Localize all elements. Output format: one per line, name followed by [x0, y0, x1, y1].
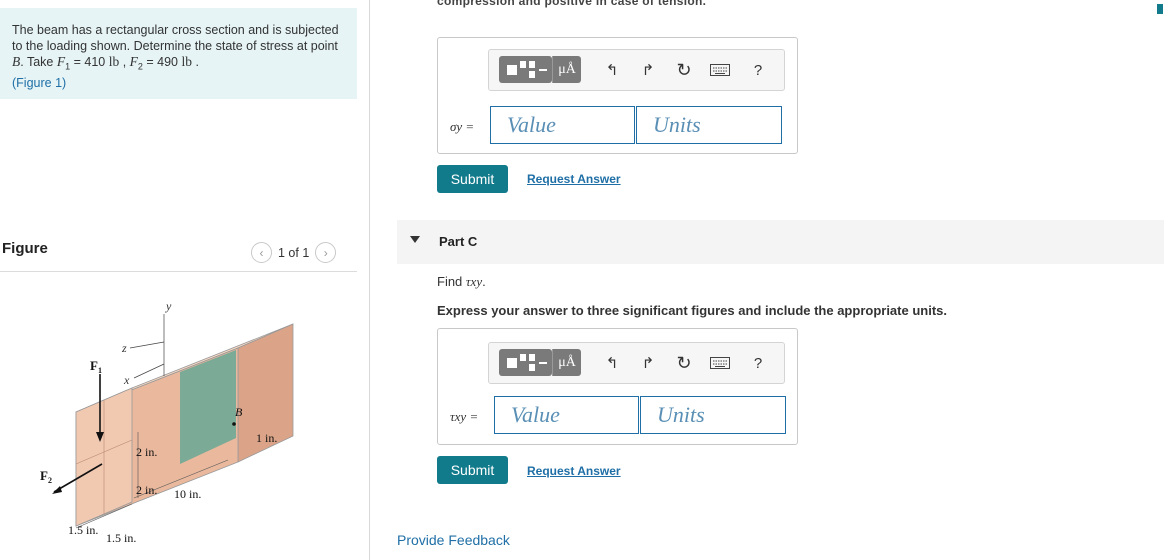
label-1-5in-a: 1.5 in. — [68, 523, 98, 537]
left-panel: The beam has a rectangular cross section… — [0, 0, 370, 560]
beam-drawing: y z x F 1 F 2 B 1 in. 2 in. 2 in. 10 in.… — [40, 299, 294, 545]
partb-units-input[interactable]: Units — [636, 106, 782, 144]
scroll-indicator — [1157, 4, 1163, 14]
partb-answer-box: μÅ ↰ ↱ ↻ ? σy = Value Units — [437, 37, 798, 154]
partb-request-answer-link[interactable]: Request Answer — [527, 172, 621, 186]
problem-statement: The beam has a rectangular cross section… — [0, 8, 357, 99]
f2-value: = 490 — [142, 55, 182, 69]
collapse-triangle-icon[interactable] — [410, 236, 420, 243]
keyboard-icon[interactable] — [709, 59, 731, 81]
figure-link[interactable]: (Figure 1) — [12, 76, 66, 90]
provide-feedback-link[interactable]: Provide Feedback — [397, 532, 510, 548]
separator: , — [119, 55, 130, 69]
find-prefix: Find — [437, 274, 466, 289]
tau-xy-label: τxy = — [450, 409, 479, 424]
undo-icon[interactable]: ↰ — [601, 352, 623, 374]
f2-symbol: F — [129, 54, 138, 69]
x-axis — [133, 363, 165, 379]
chevron-left-icon[interactable]: ‹ — [251, 242, 272, 263]
find-suffix: . — [482, 274, 486, 289]
partc-submit-button[interactable]: Submit — [437, 456, 508, 484]
point-b-marker — [232, 422, 236, 426]
partb-cut-text: compression and positive in case of tens… — [437, 0, 707, 8]
problem-end: . — [192, 55, 199, 69]
redo-icon[interactable]: ↱ — [637, 352, 659, 374]
undo-icon[interactable]: ↰ — [601, 59, 623, 81]
f1-unit: lb — [108, 54, 120, 69]
help-button[interactable]: ? — [747, 352, 769, 374]
label-1in: 1 in. — [256, 431, 277, 445]
units-symbol-button[interactable]: μÅ — [552, 56, 581, 83]
label-x: x — [123, 373, 130, 387]
partb-submit-button[interactable]: Submit — [437, 165, 508, 193]
figure-pager: ‹ 1 of 1 › — [251, 242, 337, 263]
label-10in: 10 in. — [174, 487, 201, 501]
pager-text: 1 of 1 — [278, 245, 310, 260]
partc-title: Part C — [439, 234, 478, 249]
partc-toolbar: μÅ ↰ ↱ ↻ ? — [488, 342, 785, 384]
f1-value: = 410 — [70, 55, 109, 69]
figure-title: Figure — [2, 240, 48, 257]
point-label: B — [12, 54, 21, 69]
partc-answer-box: μÅ ↰ ↱ ↻ ? τxy = Value Units — [437, 328, 798, 445]
partc-find: Find τxy. — [437, 274, 486, 290]
label-2in-b: 2 in. — [136, 483, 157, 497]
label-2in-a: 2 in. — [136, 445, 157, 459]
help-button[interactable]: ? — [747, 59, 769, 81]
sigma-y-label: σy = — [450, 119, 475, 134]
partc-value-input[interactable]: Value — [494, 396, 639, 434]
label-f1: F — [90, 358, 98, 373]
label-1-5in-b: 1.5 in. — [106, 531, 136, 545]
label-f1-sub: 1 — [98, 366, 102, 375]
templates-icon — [507, 61, 547, 78]
label-f2: F — [40, 468, 48, 483]
reset-icon[interactable]: ↻ — [673, 352, 695, 374]
z-axis — [129, 341, 165, 349]
redo-icon[interactable]: ↱ — [637, 59, 659, 81]
chevron-right-icon[interactable]: › — [315, 242, 337, 263]
reset-icon[interactable]: ↻ — [673, 59, 695, 81]
find-symbol: τxy — [465, 274, 483, 289]
partc-request-answer-link[interactable]: Request Answer — [527, 464, 621, 478]
label-z: z — [121, 341, 127, 355]
partc-header[interactable]: Part C — [397, 220, 1164, 264]
units-symbol-button[interactable]: μÅ — [552, 349, 581, 376]
partc-units-input[interactable]: Units — [640, 396, 786, 434]
label-f2-sub: 2 — [48, 476, 52, 485]
partb-value-input[interactable]: Value — [490, 106, 635, 144]
problem-text-2: . Take — [20, 55, 57, 69]
templates-button[interactable] — [499, 349, 552, 376]
keyboard-icon[interactable] — [709, 352, 731, 374]
problem-text-1: The beam has a rectangular cross section… — [12, 23, 339, 53]
templates-button[interactable] — [499, 56, 552, 83]
templates-icon — [507, 354, 547, 371]
f2-unit: lb — [181, 54, 192, 69]
label-b: B — [235, 405, 243, 419]
figure-header: Figure ‹ 1 of 1 › — [0, 236, 357, 272]
f1-symbol: F — [56, 54, 66, 69]
label-y: y — [165, 299, 172, 313]
partc-instructions: Express your answer to three significant… — [437, 303, 947, 318]
partb-toolbar: μÅ ↰ ↱ ↻ ? — [488, 49, 785, 91]
beam-figure: y z x F 1 F 2 B 1 in. 2 in. 2 in. 10 in.… — [38, 292, 338, 554]
